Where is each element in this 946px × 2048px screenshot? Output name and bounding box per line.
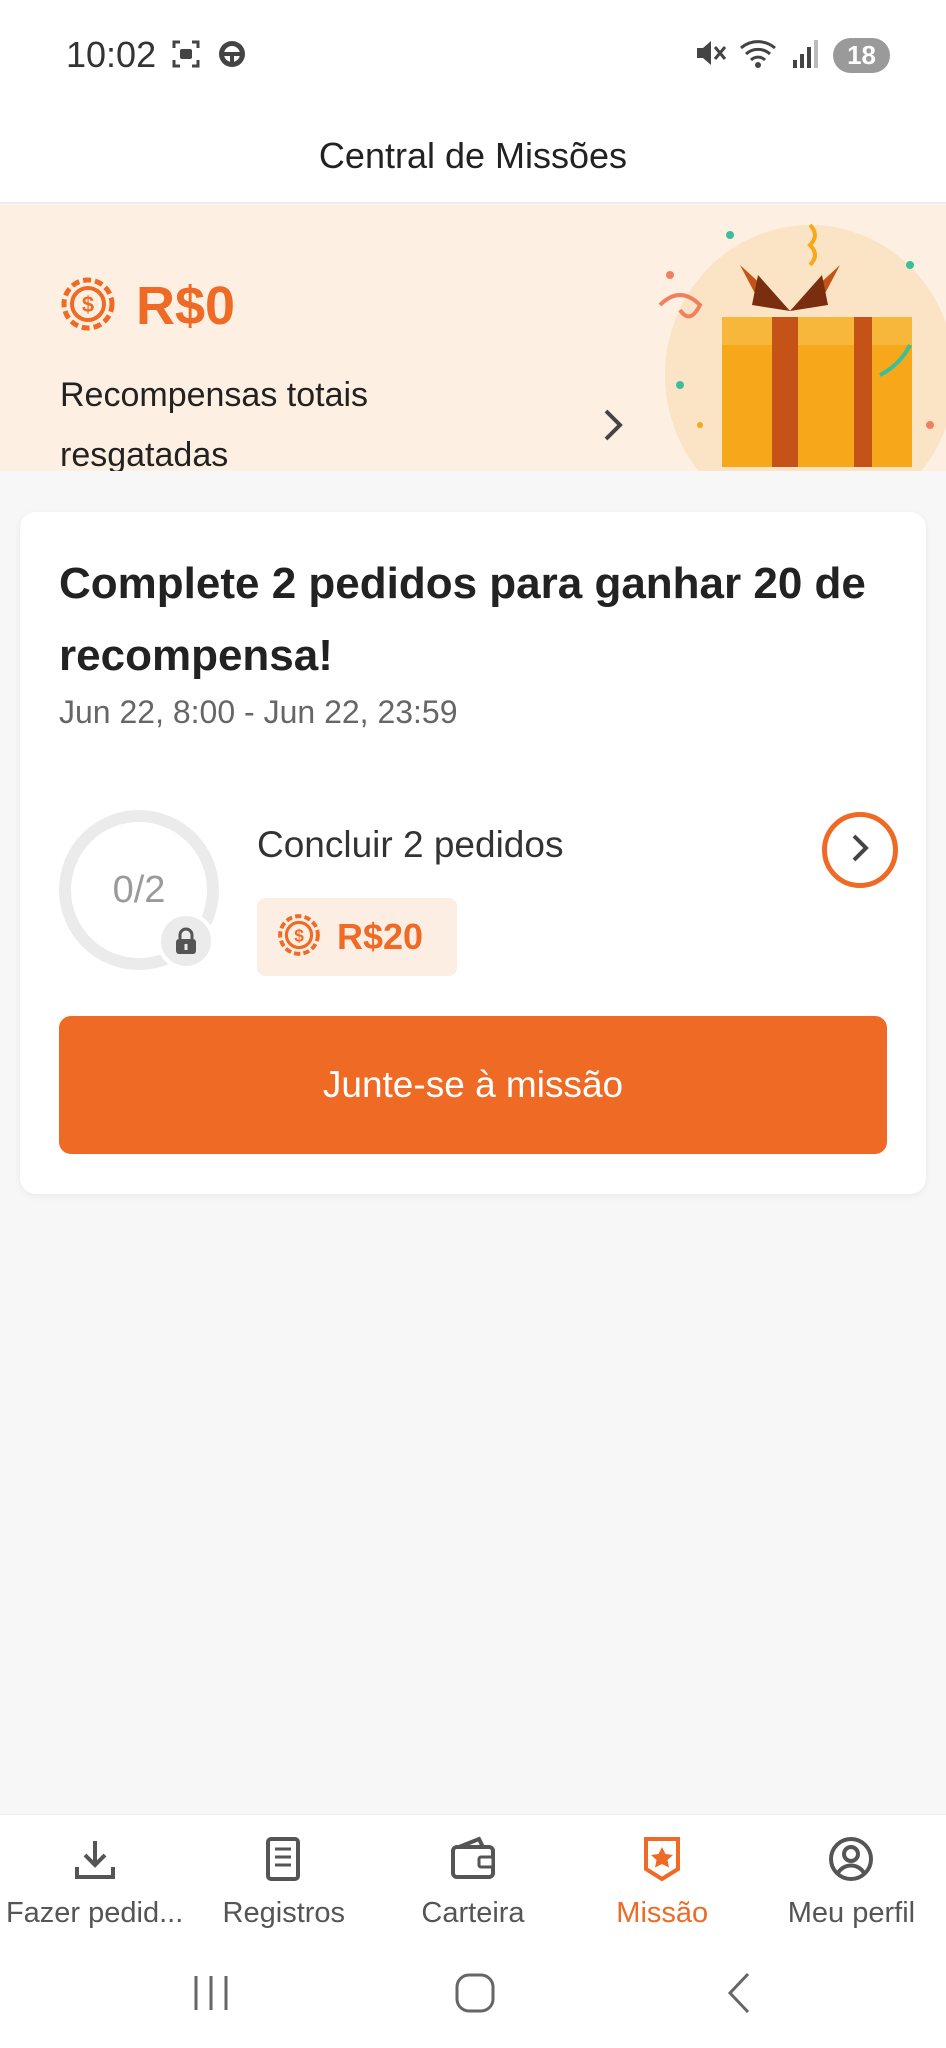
total-rewards-caption: Recompensas totais resgatadas: [60, 376, 369, 471]
coin-icon: $: [277, 913, 321, 962]
page-title: Central de Missões: [318, 135, 628, 176]
task-label: Concluir 2 pedidos: [257, 824, 564, 865]
status-time: 10:02: [66, 34, 157, 75]
chevron-right-icon[interactable]: [598, 405, 630, 450]
nav-item-missao[interactable]: Missão: [568, 1815, 757, 1944]
battery-indicator: 18: [833, 38, 890, 73]
status-bar: 10:02 18: [0, 0, 946, 110]
nav-label: Fazer pedid...: [5, 1897, 184, 1929]
wifi-icon: [739, 36, 779, 75]
lock-icon: [157, 912, 215, 970]
recent-apps-button[interactable]: [188, 1970, 234, 2021]
nav-item-meu-perfil[interactable]: Meu perfil: [757, 1815, 946, 1944]
join-mission-button[interactable]: Junte-se à missão: [59, 1016, 887, 1154]
total-rewards-amount: R$0: [136, 276, 236, 336]
steering-wheel-icon: [216, 38, 248, 75]
progress-text: 0/2: [112, 868, 166, 911]
document-icon: [256, 1831, 312, 1887]
nav-label: Missão: [616, 1897, 709, 1929]
home-button[interactable]: [452, 1970, 498, 2021]
wallet-icon: [445, 1831, 501, 1887]
status-right-icons: 18: [693, 36, 890, 75]
system-nav-bar: [0, 1944, 946, 2048]
nav-item-fazer-pedido[interactable]: Fazer pedid...: [0, 1815, 189, 1944]
chevron-right-icon: [848, 832, 872, 869]
back-button[interactable]: [718, 1970, 764, 2021]
signal-icon: [791, 36, 821, 75]
user-icon: [823, 1831, 879, 1887]
reward-chip: $ R$20: [257, 898, 457, 976]
reward-amount: R$20: [337, 916, 424, 957]
nav-label: Meu perfil: [787, 1897, 916, 1929]
nav-item-carteira[interactable]: Carteira: [378, 1815, 567, 1944]
star-badge-icon: [634, 1831, 690, 1887]
svg-text:$: $: [82, 292, 94, 317]
task-detail-button[interactable]: [822, 812, 898, 888]
download-icon: [67, 1831, 123, 1887]
nav-label: Carteira: [421, 1897, 525, 1929]
mission-card: Complete 2 pedidos para ganhar 20 de rec…: [20, 512, 926, 1194]
bottom-nav: Fazer pedid... Registros Carteira Missão…: [0, 1814, 946, 1944]
nav-item-registros[interactable]: Registros: [189, 1815, 378, 1944]
gift-illustration: [640, 205, 946, 471]
app-header: Central de Missões: [0, 110, 946, 204]
nav-label: Registros: [222, 1897, 346, 1929]
svg-text:$: $: [294, 925, 304, 945]
status-left-icons: [170, 38, 248, 75]
mission-title: Complete 2 pedidos para ganhar 20 de rec…: [59, 559, 866, 680]
screenshot-icon: [170, 38, 202, 75]
banner-amount-row: $ R$0: [60, 275, 235, 337]
rewards-banner[interactable]: $ R$0 Recompensas totais resgatadas: [0, 205, 946, 471]
mission-dates: Jun 22, 8:00 - Jun 22, 23:59: [59, 694, 458, 730]
coin-icon: $: [60, 276, 116, 337]
mute-icon: [693, 36, 727, 75]
